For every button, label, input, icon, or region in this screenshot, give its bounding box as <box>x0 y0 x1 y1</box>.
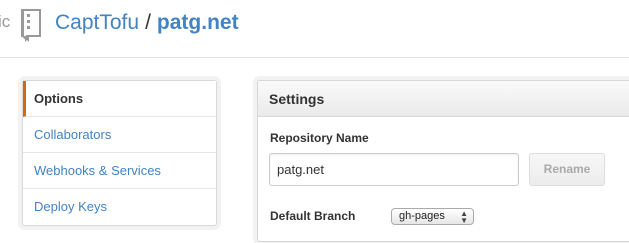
rename-button[interactable]: Rename <box>529 153 605 186</box>
repository-name-input[interactable] <box>269 153 519 186</box>
repo-title-separator: / <box>145 11 151 34</box>
default-branch-select[interactable]: gh-pages ▲ ▼ <box>391 208 474 225</box>
default-branch-label: Default Branch <box>270 209 356 223</box>
repo-header: ic CaptTofu / patg.net <box>0 0 629 58</box>
menu-item-collaborators[interactable]: Collaborators <box>23 117 216 153</box>
settings-title: Settings <box>258 81 629 117</box>
menu-item-webhooks-services[interactable]: Webhooks & Services <box>23 153 216 189</box>
menu-item-deploy-keys[interactable]: Deploy Keys <box>23 189 216 225</box>
settings-menu: Options Collaborators Webhooks & Service… <box>22 80 217 226</box>
menu-item-options[interactable]: Options <box>23 81 216 117</box>
select-arrows-icon: ▲ ▼ <box>460 209 468 225</box>
settings-panel: Settings Repository Name Rename Default … <box>257 80 629 242</box>
repo-icon <box>18 8 44 42</box>
repository-name-label: Repository Name <box>270 131 369 145</box>
repo-owner-link[interactable]: CaptTofu <box>55 11 139 34</box>
default-branch-value: gh-pages <box>399 210 445 222</box>
repo-name-link[interactable]: patg.net <box>157 11 239 34</box>
header-cut-text: ic <box>0 12 11 31</box>
repo-title: CaptTofu / patg.net <box>55 9 239 37</box>
